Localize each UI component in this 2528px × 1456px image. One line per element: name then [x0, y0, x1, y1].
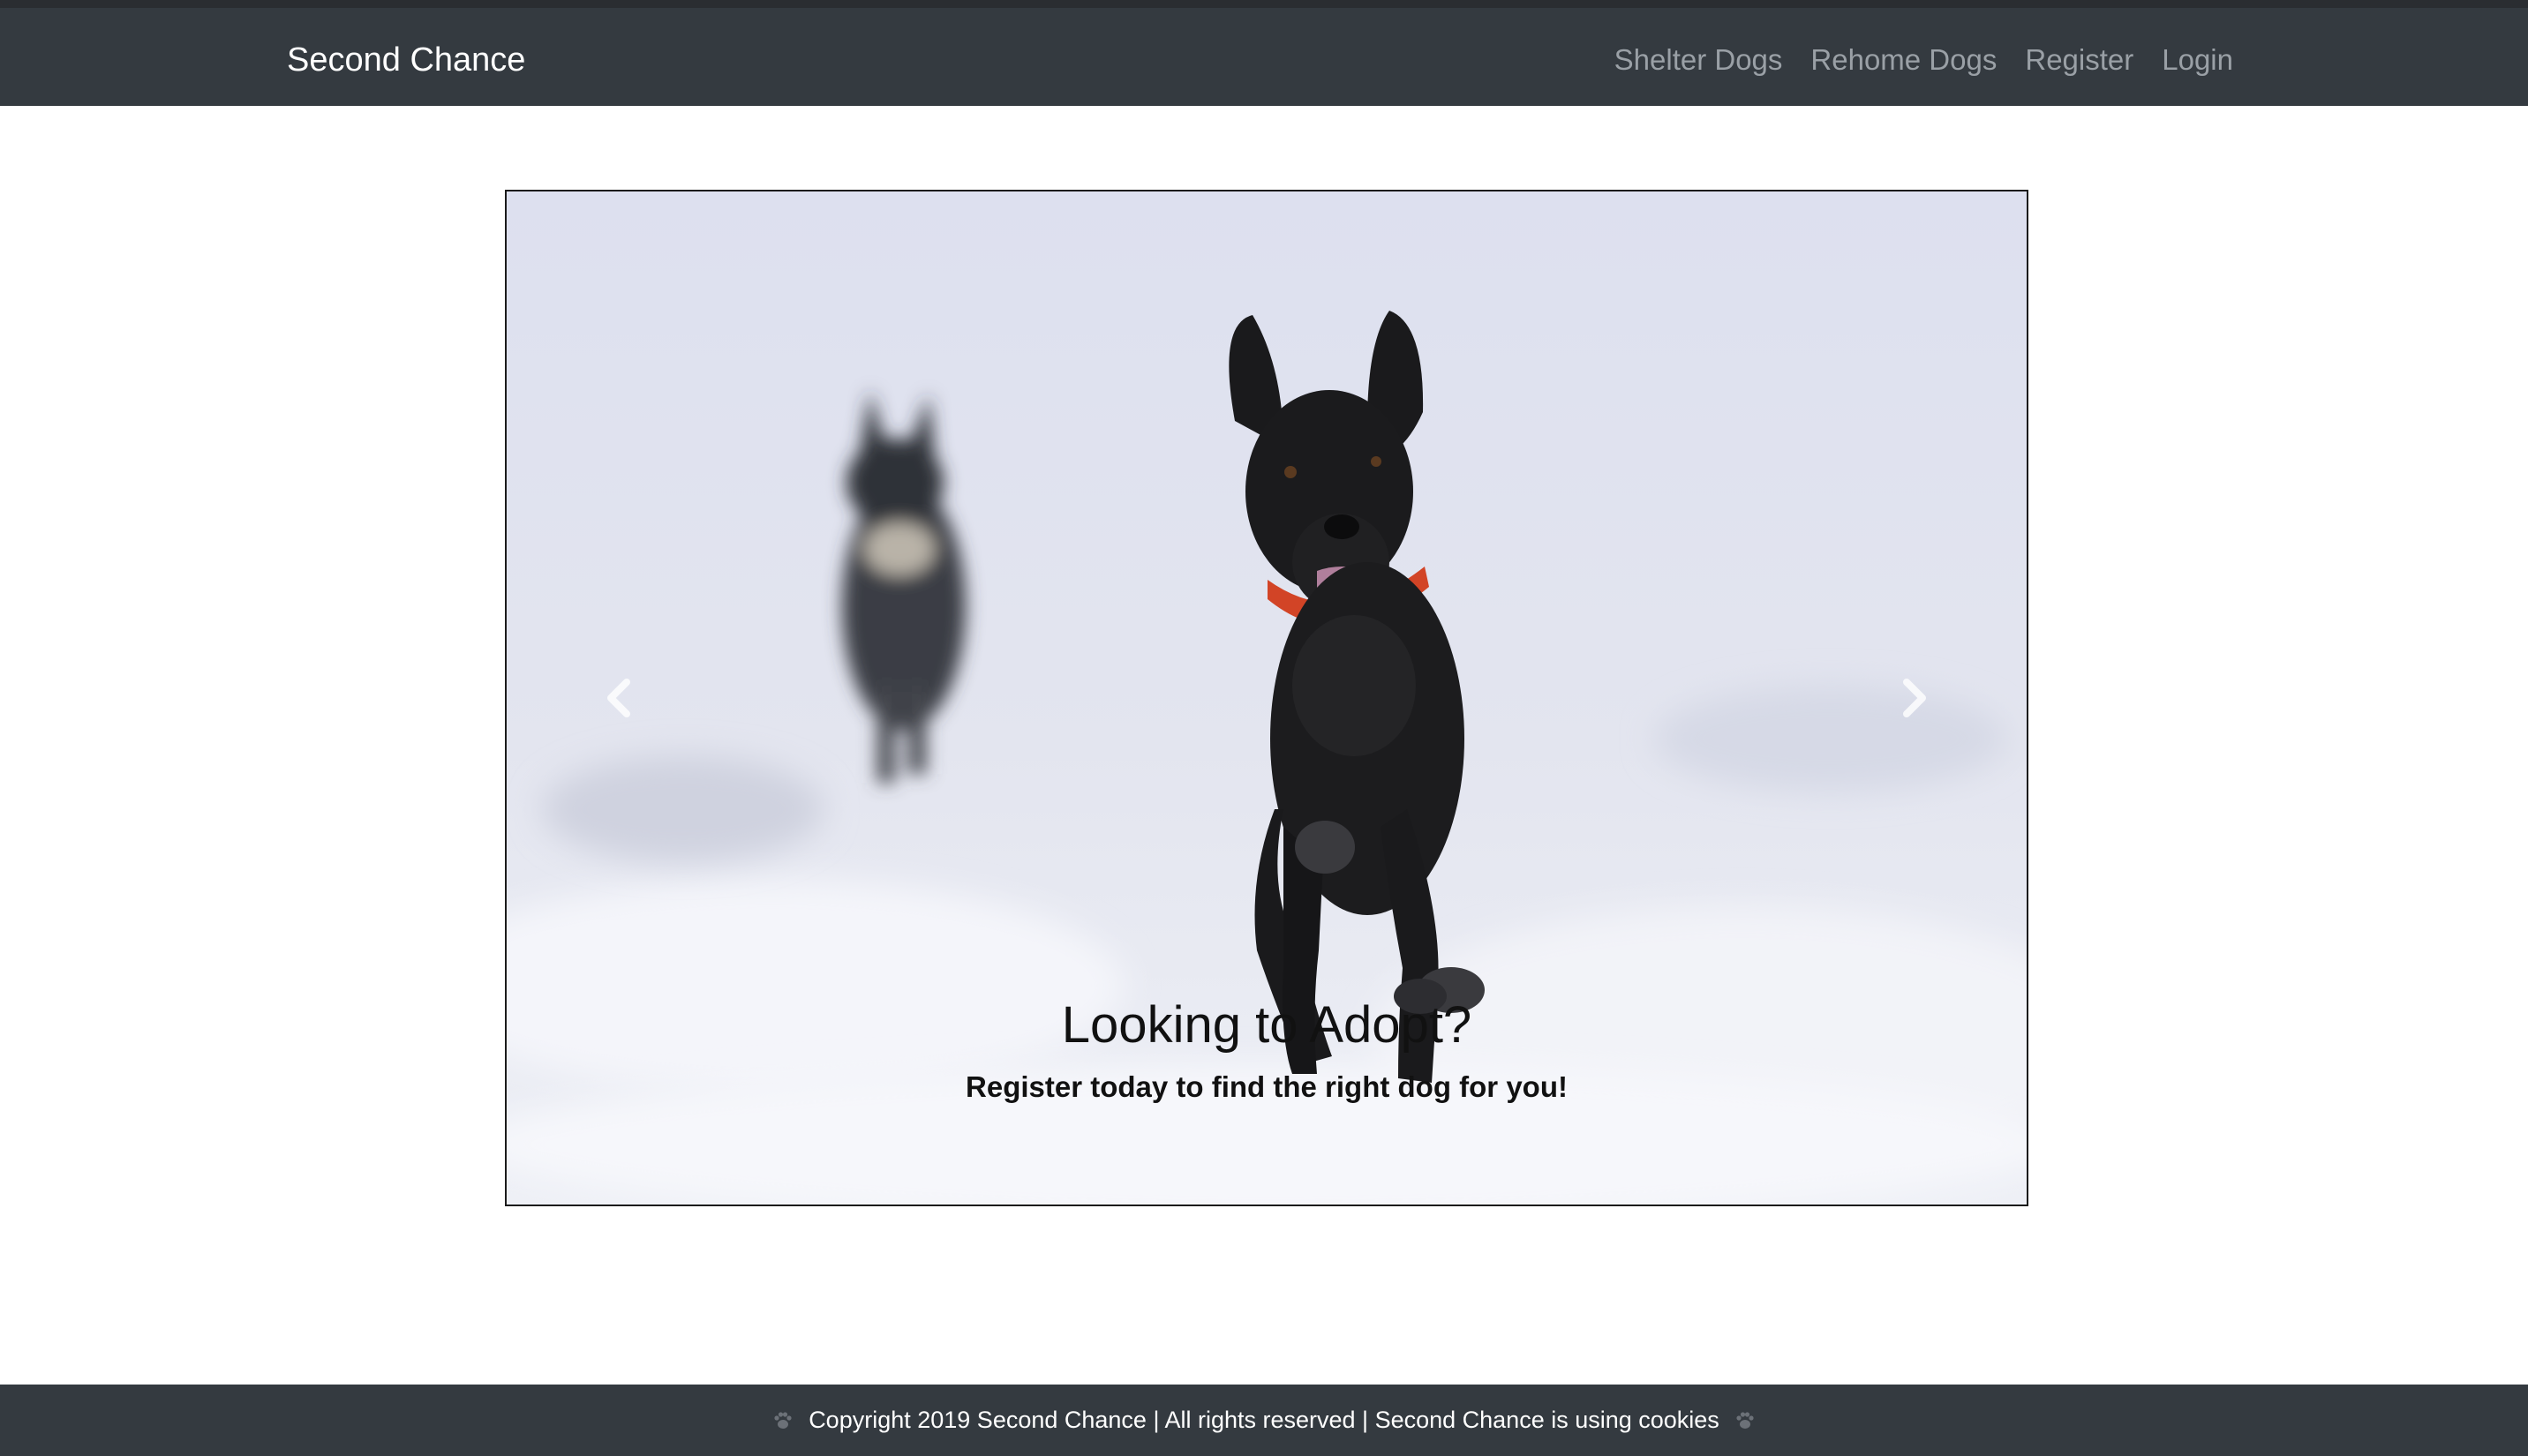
nav-link-login[interactable]: Login	[2162, 40, 2233, 80]
nav-link-register[interactable]: Register	[2025, 40, 2133, 80]
caption-title: Looking to Adopt?	[1061, 996, 1472, 1054]
caption-text: Register today to find the right dog for…	[966, 1070, 1568, 1103]
carousel-prev-button[interactable]	[593, 672, 646, 724]
nav-links: Shelter Dogs Rehome Dogs Register Login	[1614, 40, 2233, 80]
top-strip	[0, 0, 2528, 8]
chevron-left-icon	[607, 679, 630, 717]
brand-link[interactable]: Second Chance	[287, 40, 525, 80]
footer: Copyright 2019 Second Chance | All right…	[0, 1385, 2528, 1456]
navbar: Second Chance Shelter Dogs Rehome Dogs R…	[0, 8, 2528, 106]
nav-link-rehome-dogs[interactable]: Rehome Dogs	[1810, 40, 1997, 80]
nav-link-shelter-dogs[interactable]: Shelter Dogs	[1614, 40, 1783, 80]
chevron-right-icon	[1903, 679, 1926, 717]
carousel-caption: Looking to Adopt? Register today to find…	[507, 994, 2027, 1106]
footer-text: Copyright 2019 Second Chance | All right…	[809, 1407, 1719, 1433]
hero-carousel: Looking to Adopt? Register today to find…	[505, 190, 2028, 1206]
carousel-next-button[interactable]	[1887, 672, 1940, 724]
paw-icon	[1736, 1411, 1754, 1429]
paw-icon	[774, 1411, 792, 1429]
